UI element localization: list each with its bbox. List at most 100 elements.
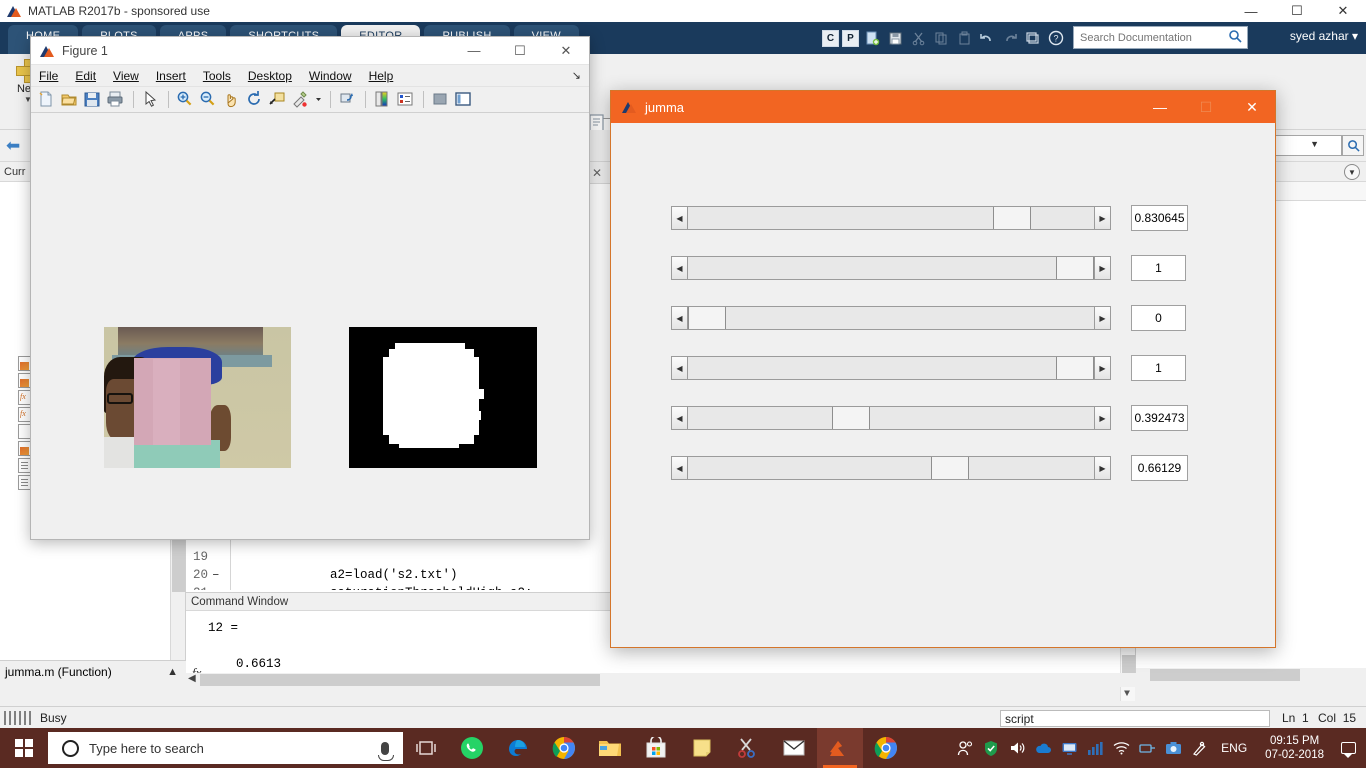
brush-icon[interactable] <box>291 90 311 110</box>
slider-track[interactable] <box>688 407 1094 429</box>
data-cursor-icon[interactable] <box>268 90 288 110</box>
figure-plot-canvas[interactable] <box>31 113 589 537</box>
slider-3-value-field[interactable]: 0 <box>1131 305 1186 331</box>
search-input[interactable] <box>1078 30 1228 45</box>
help-icon[interactable]: ? <box>1046 28 1066 48</box>
slider-track[interactable] <box>688 457 1094 479</box>
chrome-icon-2[interactable] <box>863 728 909 768</box>
slider-track[interactable] <box>688 307 1094 329</box>
chevron-up-icon[interactable]: ▲ <box>167 666 178 678</box>
menu-file[interactable]: File <box>39 69 58 83</box>
window-layout-icon[interactable] <box>1023 28 1043 48</box>
open-file-icon[interactable] <box>60 90 80 110</box>
matlab-icon[interactable] <box>817 728 863 768</box>
scrollbar-thumb[interactable] <box>200 674 600 686</box>
slider-6-value-field[interactable]: 0.66129 <box>1131 455 1188 481</box>
slider-4[interactable]: ◀ ▶ <box>671 356 1111 380</box>
search-icon[interactable] <box>1228 29 1242 46</box>
user-account-menu[interactable]: syed azhar ▾ <box>1290 29 1358 43</box>
current-folder-details-footer[interactable]: jumma.m (Function) ▲ <box>0 660 186 682</box>
taskbar-search-box[interactable]: Type here to search <box>48 732 403 764</box>
jumma-minimize-button[interactable]: — <box>1137 91 1183 123</box>
file-explorer-icon[interactable] <box>587 728 633 768</box>
pointer-icon[interactable] <box>141 90 161 110</box>
slider-right-arrow-icon[interactable]: ▶ <box>1094 407 1110 429</box>
colorbar-icon[interactable] <box>373 90 393 110</box>
jumma-close-button[interactable]: ✕ <box>1229 91 1275 123</box>
print-figure-icon[interactable] <box>106 90 126 110</box>
edge-icon[interactable] <box>495 728 541 768</box>
slider-thumb[interactable] <box>1056 257 1094 279</box>
cut-icon[interactable] <box>908 28 928 48</box>
slider-left-arrow-icon[interactable]: ◀ <box>672 257 688 279</box>
language-indicator[interactable]: ENG <box>1213 741 1255 755</box>
camera-icon[interactable] <box>1161 728 1185 768</box>
command-window-horizontal-scrollbar[interactable]: ◀ <box>186 673 1136 687</box>
slider-right-arrow-icon[interactable]: ▶ <box>1094 307 1110 329</box>
slider-1-value-field[interactable]: 0.830645 <box>1131 205 1188 231</box>
zoom-out-icon[interactable] <box>199 90 219 110</box>
slider-left-arrow-icon[interactable]: ◀ <box>672 457 688 479</box>
slider-5-value-field[interactable]: 0.392473 <box>1131 405 1188 431</box>
slider-right-arrow-icon[interactable]: ▶ <box>1094 207 1110 229</box>
mail-icon[interactable] <box>771 728 817 768</box>
menu-view[interactable]: View <box>113 69 139 83</box>
sticky-notes-icon[interactable] <box>679 728 725 768</box>
chevron-down-icon[interactable]: ▼ <box>1310 139 1319 149</box>
chevron-down-icon[interactable]: ▼ <box>1124 689 1130 700</box>
paste-icon[interactable] <box>954 28 974 48</box>
slider-3[interactable]: ◀ ▶ <box>671 306 1111 330</box>
menu-overflow-icon[interactable]: ↘ <box>572 69 581 82</box>
redo-icon[interactable] <box>1000 28 1020 48</box>
start-button[interactable] <box>0 728 48 768</box>
chevron-down-icon[interactable] <box>314 90 323 110</box>
volume-icon[interactable] <box>1005 728 1029 768</box>
rotate-3d-icon[interactable] <box>245 90 265 110</box>
print-icon[interactable]: P <box>842 29 859 47</box>
display-icon[interactable] <box>1057 728 1081 768</box>
slider-right-arrow-icon[interactable]: ▶ <box>1094 257 1110 279</box>
matlab-maximize-button[interactable]: ☐ <box>1274 0 1320 22</box>
link-plot-icon[interactable] <box>338 90 358 110</box>
slider-thumb[interactable] <box>1056 357 1094 379</box>
taskbar-clock[interactable]: 09:15 PM 07-02-2018 <box>1257 734 1332 762</box>
slider-left-arrow-icon[interactable]: ◀ <box>672 207 688 229</box>
network-icon[interactable] <box>1135 728 1159 768</box>
save-icon[interactable] <box>885 28 905 48</box>
slider-left-arrow-icon[interactable]: ◀ <box>672 307 688 329</box>
slider-track[interactable] <box>688 257 1094 279</box>
matlab-minimize-button[interactable]: — <box>1228 0 1274 22</box>
slider-track[interactable] <box>688 207 1094 229</box>
figure-close-button[interactable]: ✕ <box>543 37 589 65</box>
chrome-icon[interactable] <box>541 728 587 768</box>
slider-right-arrow-icon[interactable]: ▶ <box>1094 457 1110 479</box>
onedrive-icon[interactable] <box>1031 728 1055 768</box>
folder-search-button[interactable] <box>1342 135 1364 156</box>
documentation-search-box[interactable] <box>1073 26 1248 49</box>
notifications-button[interactable] <box>1334 728 1362 768</box>
breakpoint-mark[interactable]: – <box>212 586 226 590</box>
matlab-close-button[interactable]: ✕ <box>1320 0 1366 22</box>
slider-thumb[interactable] <box>688 307 726 329</box>
graph-icon[interactable] <box>1083 728 1107 768</box>
copy-icon[interactable] <box>931 28 951 48</box>
menu-edit[interactable]: Edit <box>75 69 96 83</box>
slider-5[interactable]: ◀ ▶ <box>671 406 1111 430</box>
close-icon[interactable]: ✕ <box>592 166 602 180</box>
new-figure-icon[interactable] <box>37 90 57 110</box>
people-icon[interactable] <box>953 728 977 768</box>
scrollbar-thumb[interactable] <box>1150 669 1300 681</box>
slider-2[interactable]: ◀ ▶ <box>671 256 1111 280</box>
slider-right-arrow-icon[interactable]: ▶ <box>1094 357 1110 379</box>
pan-icon[interactable] <box>222 90 242 110</box>
new-script-icon[interactable] <box>862 28 882 48</box>
save-figure-icon[interactable] <box>83 90 103 110</box>
workspace-horizontal-scrollbar[interactable] <box>1136 668 1366 682</box>
jumma-maximize-button[interactable]: ☐ <box>1183 91 1229 123</box>
figure-minimize-button[interactable]: — <box>451 37 497 65</box>
slider-4-value-field[interactable]: 1 <box>1131 355 1186 381</box>
menu-insert[interactable]: Insert <box>156 69 186 83</box>
legend-icon[interactable] <box>396 90 416 110</box>
pen-icon[interactable] <box>1187 728 1211 768</box>
wifi-icon[interactable] <box>1109 728 1133 768</box>
